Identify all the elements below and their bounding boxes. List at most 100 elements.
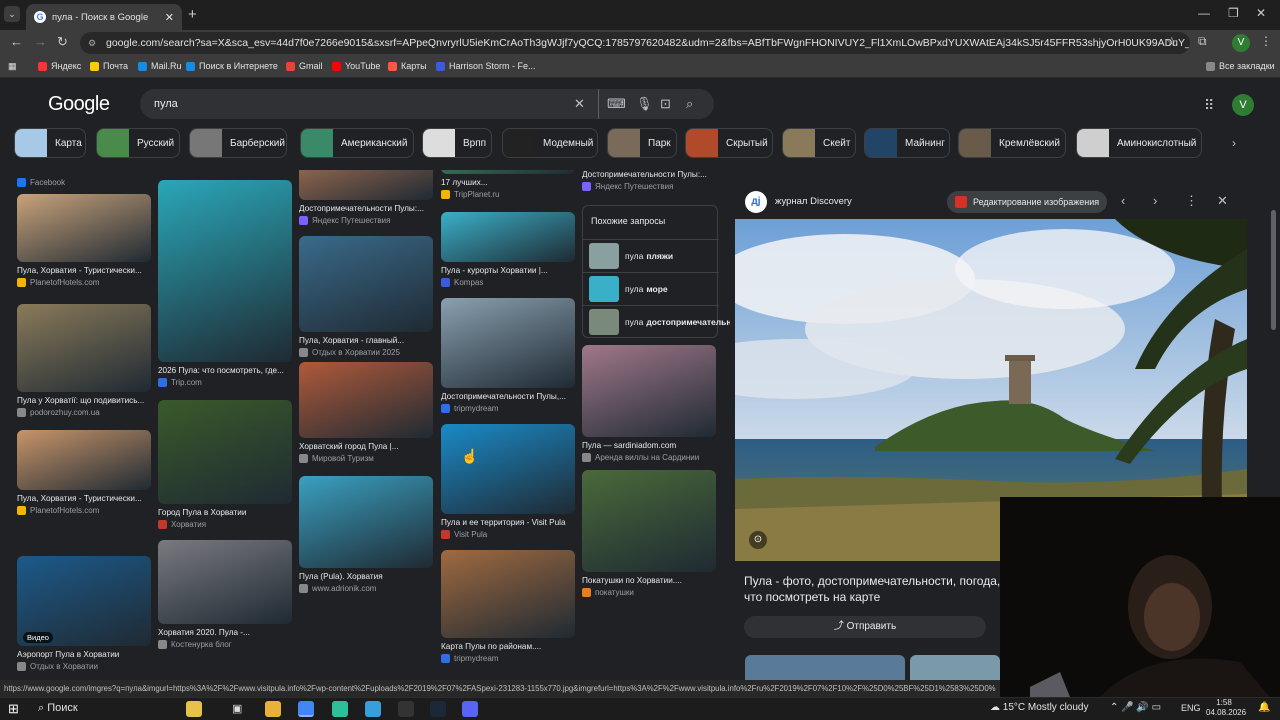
- result-thumbnail[interactable]: [582, 470, 716, 572]
- image-result-card[interactable]: Хорватский город Пула |... Мировой Туризм: [299, 362, 433, 470]
- filter-chip[interactable]: Карта: [14, 128, 86, 158]
- related-image-thumb[interactable]: [745, 655, 905, 680]
- keyboard-icon[interactable]: ⌨: [598, 89, 626, 119]
- result-source[interactable]: podorozhuy.com.ua: [17, 408, 100, 417]
- result-title[interactable]: Город Пула в Хорватии: [158, 508, 292, 517]
- steam-icon[interactable]: [430, 701, 446, 717]
- filter-chip[interactable]: Врпп: [422, 128, 492, 158]
- previous-icon[interactable]: ‹: [1121, 193, 1125, 208]
- result-title[interactable]: Покатушки по Хорватии....: [582, 576, 716, 585]
- image-result-card[interactable]: Пула, Хорватия - Туристически... Planetof…: [17, 430, 151, 522]
- bookmark-item[interactable]: Почта: [90, 61, 128, 71]
- file-explorer-icon[interactable]: [265, 701, 281, 717]
- result-source[interactable]: покатушки: [582, 588, 634, 597]
- result-title[interactable]: Пула - курорты Хорватии |...: [441, 266, 575, 275]
- result-title[interactable]: Достопримечательности Пулы:...: [299, 204, 433, 213]
- related-search-item[interactable]: пула море: [583, 272, 719, 304]
- result-title[interactable]: Пула, Хорватия - главный...: [299, 336, 433, 345]
- google-logo[interactable]: Google: [48, 93, 110, 116]
- filter-chip[interactable]: Кремлёвский: [958, 128, 1066, 158]
- result-thumbnail[interactable]: [582, 345, 716, 437]
- apps-grid-icon[interactable]: ▦: [8, 61, 17, 72]
- result-title[interactable]: Пула и ее территория - Visit Pula: [441, 518, 575, 527]
- filter-chip[interactable]: Барберский: [189, 128, 287, 158]
- result-source[interactable]: Мировой Туризм: [299, 454, 374, 463]
- edit-image-button[interactable]: Редактирование изображения: [947, 191, 1107, 213]
- related-image-thumb[interactable]: [910, 655, 1000, 680]
- restore-icon[interactable]: ❐: [1228, 6, 1239, 20]
- discord-icon[interactable]: [462, 701, 478, 717]
- filter-chip[interactable]: Русский: [96, 128, 180, 158]
- bookmark-item[interactable]: Яндекс: [38, 61, 81, 71]
- close-window-icon[interactable]: ✕: [1256, 6, 1266, 20]
- result-thumbnail[interactable]: [441, 424, 575, 514]
- reload-icon[interactable]: ↻: [57, 34, 68, 50]
- result-thumbnail[interactable]: [441, 170, 575, 174]
- result-title[interactable]: Пула у Хорватії: що подивитись...: [17, 396, 151, 405]
- search-icon[interactable]: ⌕: [686, 89, 693, 119]
- image-result-card[interactable]: Пула (Pula). Хорватия www.adrionik.com: [299, 476, 433, 600]
- clear-search-icon[interactable]: ✕: [574, 89, 585, 119]
- result-thumbnail[interactable]: [299, 476, 433, 568]
- image-result-card[interactable]: Пула у Хорватії: що подивитись... podoroz…: [17, 304, 151, 424]
- related-search-item[interactable]: пула достопримечательн: [583, 305, 730, 337]
- result-source[interactable]: Аренда виллы на Сардинии: [582, 453, 699, 462]
- active-tab[interactable]: G пула - Поиск в Google ✕: [26, 4, 182, 30]
- filter-chip[interactable]: Майнинг: [864, 128, 950, 158]
- image-result-card[interactable]: Facebook: [17, 170, 151, 194]
- address-bar[interactable]: ⚙ google.com/search?sa=X&sca_esv=44d7f0e…: [80, 32, 1190, 54]
- result-title[interactable]: Хорватия 2020. Пула -...: [158, 628, 292, 637]
- image-result-card[interactable]: Достопримечательности Пулы:... Яндекс Пут…: [582, 170, 716, 198]
- filter-chip[interactable]: Скрытый: [685, 128, 773, 158]
- filter-chip[interactable]: Парк: [607, 128, 677, 158]
- result-source[interactable]: Kompas: [441, 278, 483, 287]
- google-apps-icon[interactable]: ⠿: [1204, 97, 1214, 114]
- bookmark-item[interactable]: Gmail: [286, 61, 323, 71]
- browser-menu-icon[interactable]: ⋮: [1260, 34, 1272, 48]
- image-result-card[interactable]: Хорватия 2020. Пула -... Костенурка блог: [158, 540, 292, 656]
- result-source[interactable]: PlanetofHotels.com: [17, 278, 99, 287]
- result-thumbnail[interactable]: [299, 170, 433, 200]
- close-tab-icon[interactable]: ✕: [165, 11, 174, 24]
- next-icon[interactable]: ›: [1153, 193, 1157, 208]
- filter-chip[interactable]: Американский: [300, 128, 414, 158]
- result-thumbnail[interactable]: [17, 194, 151, 262]
- language-indicator[interactable]: ENG: [1181, 703, 1201, 713]
- result-thumbnail[interactable]: [17, 304, 151, 392]
- google-account-avatar[interactable]: V: [1232, 94, 1254, 116]
- image-result-card[interactable]: Карта Пулы по районам.... tripmydream: [441, 550, 575, 670]
- weather-widget[interactable]: ☁ 15°C Mostly cloudy: [990, 702, 1088, 713]
- filter-chip[interactable]: Скейт: [782, 128, 856, 158]
- result-title[interactable]: Пула — sardiniadom.com: [582, 441, 716, 450]
- clock[interactable]: 1:58 04.08.2026: [1206, 698, 1246, 718]
- result-title[interactable]: Аэропорт Пула в Хорватии: [17, 650, 151, 659]
- result-title[interactable]: 17 лучших...: [441, 178, 575, 187]
- image-result-card[interactable]: Покатушки по Хорватии.... покатушки: [582, 470, 716, 604]
- result-source[interactable]: tripmydream: [441, 654, 498, 663]
- extensions-icon[interactable]: ⧉: [1198, 34, 1207, 49]
- image-result-card[interactable]: Пула и ее территория - Visit Pula Visit P…: [441, 424, 575, 546]
- copilot-icon[interactable]: [186, 701, 202, 717]
- result-thumbnail[interactable]: [158, 400, 292, 504]
- result-title[interactable]: Пула (Pula). Хорватия: [299, 572, 433, 581]
- all-bookmarks-button[interactable]: Все закладки: [1206, 61, 1275, 71]
- edge-icon[interactable]: [332, 701, 348, 717]
- result-source[interactable]: Отдых в Хорватии 2025: [299, 348, 400, 357]
- bookmark-item[interactable]: Mail.Ru: [138, 61, 182, 71]
- bookmark-item[interactable]: Карты: [388, 61, 427, 71]
- result-source[interactable]: Костенурка блог: [158, 640, 232, 649]
- image-result-card[interactable]: 17 лучших... TripPlanet.ru: [441, 170, 575, 206]
- result-thumbnail[interactable]: [441, 298, 575, 388]
- image-result-card[interactable]: Видео Аэропорт Пула в Хорватии Отдых в Хор…: [17, 556, 151, 678]
- result-title[interactable]: Пула, Хорватия - Туристически...: [17, 494, 151, 503]
- new-tab-icon[interactable]: +: [188, 6, 197, 23]
- forward-icon[interactable]: →: [34, 34, 47, 49]
- back-icon[interactable]: ←: [10, 34, 23, 49]
- result-source[interactable]: Яндекс Путешествия: [299, 216, 390, 225]
- result-source[interactable]: Visit Pula: [441, 530, 487, 539]
- profile-avatar[interactable]: V: [1232, 34, 1250, 52]
- result-source[interactable]: Отдых в Хорватии: [17, 662, 98, 671]
- minimize-icon[interactable]: —: [1198, 6, 1210, 20]
- result-title[interactable]: Пула, Хорватия - Туристически...: [17, 266, 151, 275]
- preview-title[interactable]: Пула - фото, достопримечательности, пого…: [744, 573, 1008, 605]
